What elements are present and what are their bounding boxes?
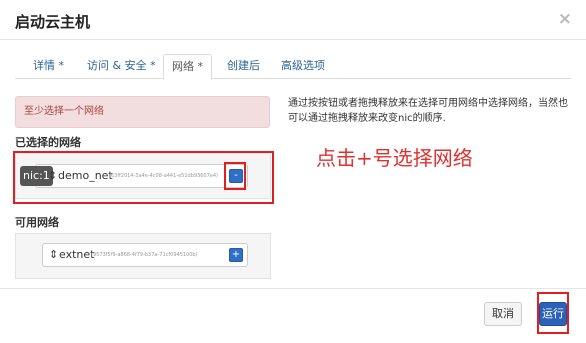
available-network-item[interactable]: ⇕ extnet (9573f5f9-a868-4f79-b37a-71cf09…: [42, 243, 248, 267]
tab-advanced-options[interactable]: 高级选项: [273, 54, 333, 79]
close-icon[interactable]: ×: [558, 9, 572, 29]
tab-post-creation[interactable]: 创建后: [219, 54, 268, 79]
network-name: extnet: [59, 248, 95, 261]
selected-networks-label: 已选择的网络: [15, 136, 81, 149]
tab-details[interactable]: 详情 *: [25, 54, 72, 79]
network-required-alert: 至少选择一个网络: [15, 96, 270, 128]
network-id: (9573f5f9-a868-4f79-b37a-71cf0945100b): [91, 252, 198, 258]
highlight-frame-launch: [537, 292, 569, 334]
drag-handle-icon[interactable]: ⇕: [49, 248, 58, 262]
annotation-text: 点击+号选择网络: [316, 146, 473, 170]
add-network-button[interactable]: +: [229, 248, 243, 262]
modal-title: 启动云主机: [15, 13, 91, 31]
cancel-button[interactable]: 取消: [484, 302, 522, 326]
help-text: 通过按按钮或者拖拽释放来在选择可用网络中选择网络，当然也可以通过拖拽释放来改变n…: [288, 98, 568, 124]
modal-header: 启动云主机 ×: [0, 0, 586, 40]
highlight-frame-button: [224, 162, 246, 190]
tab-bar: 详情 * 访问 & 安全 * 网络 * 创建后 高级选项: [15, 54, 571, 80]
launch-instance-modal: 启动云主机 × 详情 * 访问 & 安全 * 网络 * 创建后 高级选项 至少选…: [0, 0, 586, 343]
tab-networking[interactable]: 网络 *: [163, 54, 212, 80]
tab-access-security[interactable]: 访问 & 安全 *: [79, 54, 164, 79]
available-networks-label: 可用网络: [15, 216, 59, 229]
